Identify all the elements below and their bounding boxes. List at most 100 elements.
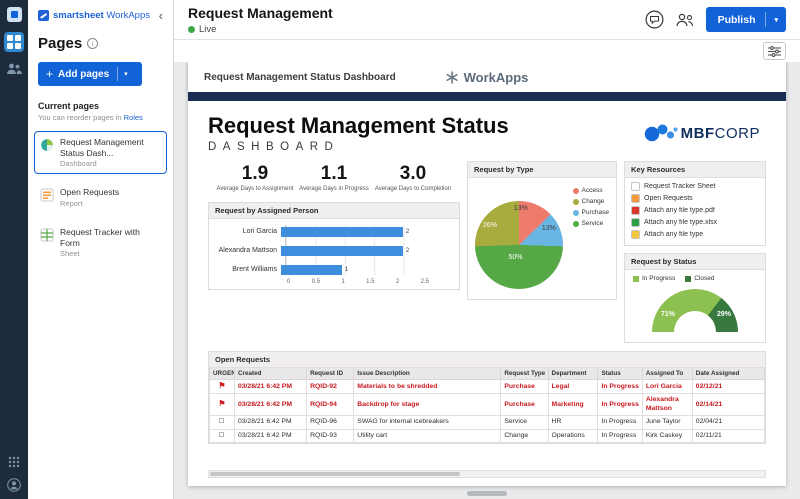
flag-placeholder-icon (219, 418, 225, 424)
flag-icon: ⚑ (218, 399, 226, 409)
bar[interactable] (281, 245, 403, 256)
smartsheet-logo-icon[interactable] (6, 7, 22, 22)
bar-value-label: 2 (405, 228, 410, 236)
flag-placeholder-icon (219, 431, 225, 437)
info-icon[interactable]: i (87, 38, 99, 49)
urgent-flag-cell[interactable]: ⚑ (209, 393, 235, 417)
bar-track: 1 (281, 264, 433, 275)
chevron-down-icon[interactable]: ▾ (118, 70, 134, 78)
page-name: Request Management Status Dash... (60, 137, 144, 158)
cell-status: In Progress (597, 378, 643, 395)
sidebar-page-request-tracker[interactable]: Request Tracker with Form Sheet (34, 221, 167, 264)
file-icon (631, 230, 640, 239)
column-header[interactable]: Date Assigned (691, 368, 765, 380)
dashboard-card: Request Management Status Dashboard Work… (188, 62, 786, 486)
cell-status: In Progress (597, 415, 643, 430)
resource-link[interactable]: Open Requests (631, 194, 759, 203)
collapse-sidebar-icon[interactable]: ‹ (159, 9, 163, 22)
add-pages-button[interactable]: + Add pages ▾ (38, 62, 142, 86)
legend-item: Closed (685, 275, 714, 282)
status-gauge-wrap: 71% 29% (652, 289, 738, 332)
filter-icon[interactable] (763, 42, 786, 60)
table-body: ⚑ 03/28/21 6:42 PM RQID-92 Materials to be … (209, 378, 765, 443)
apps-grid-icon[interactable] (8, 456, 20, 468)
resource-link[interactable]: Request Tracker Sheet (631, 182, 759, 191)
dashboard-scrollbar[interactable] (208, 470, 766, 478)
bar[interactable] (281, 264, 342, 275)
request-type-panel: Request by Type 13% 13% 50% 26% Access Chang… (467, 161, 617, 300)
divider-bar (188, 92, 786, 101)
live-label: Live (199, 23, 217, 35)
table-row[interactable]: 03/28/21 6:42 PM RQID-96 SWAG for internal… (209, 415, 765, 430)
publish-caret-icon[interactable]: ▾ (766, 16, 786, 24)
dashboard-title: Request Management Status (208, 113, 509, 138)
publish-button[interactable]: Publish ▾ (705, 7, 786, 32)
cell-issue: Backdrop for stage (353, 393, 502, 417)
legend-label: In Progress (642, 275, 676, 282)
bar-category-label: Alexandra Mattson (218, 247, 277, 255)
column-header[interactable]: Created (233, 368, 308, 380)
page-type: Dashboard (60, 159, 97, 169)
page-name: Request Tracker with Form (60, 226, 140, 248)
cell-date_assigned: 02/11/21 (691, 428, 765, 443)
pages-title: Pages (38, 35, 83, 52)
resource-link[interactable]: Attach any file type.pdf (631, 206, 759, 215)
flag-icon: ⚑ (218, 381, 226, 390)
assigned-person-panel: Request by Assigned Person Lori Garcia 2 A… (208, 201, 460, 290)
asterisk-icon (446, 70, 458, 84)
resource-link[interactable]: Attach any file type (631, 230, 759, 239)
sidebar-page-open-requests[interactable]: Open Requests Report (34, 181, 167, 214)
cell-issue: Materials to be shredded (353, 378, 502, 395)
resources-list: Request Tracker Sheet Open Requests Attach… (625, 178, 765, 245)
live-dot-icon (188, 25, 195, 33)
cell-created: 03/28/21 6:42 PM (233, 378, 308, 395)
page-title: Request Management (188, 4, 333, 21)
pie-slice-label: 26% (482, 222, 497, 230)
panel-title: Key Resources (625, 162, 765, 178)
bar-row: Lori Garcia 2 (215, 226, 449, 237)
pie-slice-label: 50% (508, 253, 523, 261)
bar-value-label: 2 (405, 247, 410, 255)
column-header[interactable]: Assigned To (641, 368, 693, 380)
workapps-nav-icon[interactable] (4, 32, 24, 52)
bar[interactable] (281, 226, 403, 237)
pie-slice-label: 13% (513, 205, 528, 213)
feedback-icon[interactable] (644, 9, 665, 30)
column-header[interactable]: Request Type (500, 368, 549, 380)
cell-assigned_to: Lori Garcia (641, 378, 693, 395)
plus-icon: + (46, 67, 54, 81)
table-row[interactable]: ⚑ 03/28/21 6:42 PM RQID-92 Materials to be … (209, 378, 765, 395)
metric-days-to-assignment: 1.9 Average Days to Assignment (216, 163, 294, 192)
dashboard-scrollbar-thumb[interactable] (210, 472, 461, 476)
report-icon (631, 194, 640, 203)
bar-category-label: Lori Garcia (242, 228, 277, 236)
roles-nav-icon[interactable] (6, 62, 22, 76)
cell-request_id: RQID-92 (306, 378, 355, 395)
table-row[interactable]: ⚑ 03/28/21 6:42 PM RQID-94 Backdrop for sta… (209, 393, 765, 417)
roles-link[interactable]: Roles (124, 113, 143, 122)
cell-request_id: RQID-96 (306, 415, 355, 430)
resource-link[interactable]: Attach any file type.xlsx (631, 218, 759, 227)
sidebar-page-dashboard[interactable]: Request Management Status Dash... Dashbo… (34, 131, 167, 175)
legend-item: Purchase (572, 209, 609, 216)
x-tick-label: 2 (395, 278, 400, 285)
legend-swatch (685, 275, 692, 282)
column-header[interactable]: Department (547, 368, 599, 380)
urgent-flag-cell[interactable] (209, 415, 235, 430)
column-header[interactable]: Status (597, 368, 643, 380)
dashboard-icon (40, 138, 54, 152)
column-header[interactable]: URGENT (209, 368, 235, 380)
column-header[interactable]: Issue Description (353, 368, 502, 380)
urgent-flag-cell[interactable]: ⚑ (209, 378, 235, 395)
legend-label: Change (581, 198, 605, 205)
account-icon[interactable] (7, 478, 21, 492)
legend-label: Closed (694, 275, 715, 282)
urgent-flag-cell[interactable] (209, 428, 235, 443)
sheet-icon (40, 228, 54, 242)
horizontal-scrollbar-thumb[interactable] (467, 491, 507, 496)
table-row[interactable]: 03/28/21 6:42 PM RQID-93 Utility cart Chang… (209, 428, 765, 443)
key-resources-panel: Key Resources Request Tracker Sheet Open … (624, 161, 766, 246)
cell-status: In Progress (597, 393, 643, 417)
share-users-icon[interactable] (675, 9, 696, 30)
column-header[interactable]: Request ID (306, 368, 355, 380)
